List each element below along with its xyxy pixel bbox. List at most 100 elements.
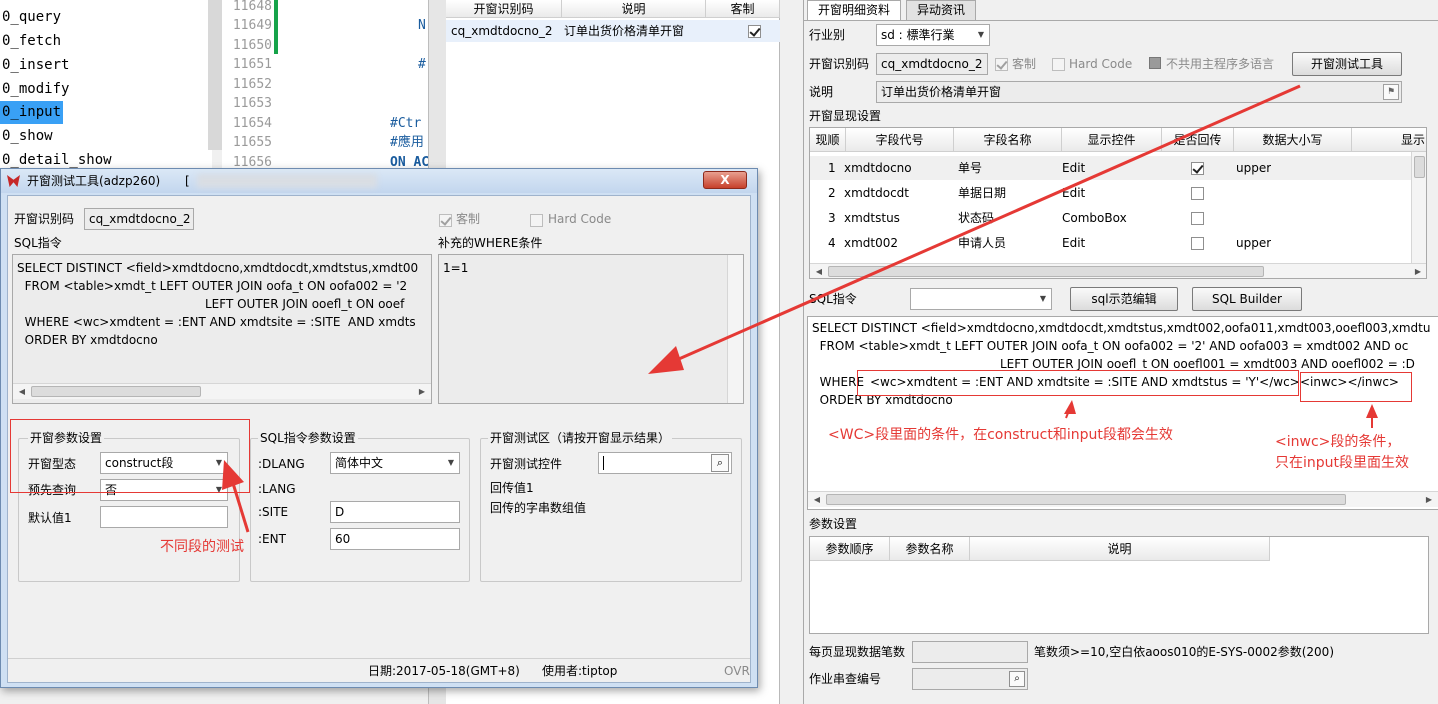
cell-seq: 3 (828, 211, 836, 225)
where-textarea[interactable]: 1=1 (438, 254, 744, 404)
custom-label: 客制 (1012, 57, 1037, 71)
table-row[interactable]: cq_xmdtdocno_2 订单出货价格清单开窗 (446, 20, 780, 42)
column-header[interactable]: 客制 (706, 0, 780, 18)
column-header[interactable]: 参数名称 (890, 537, 970, 561)
window-id-field[interactable]: cq_xmdtdocno_2 (84, 208, 194, 230)
where-vertical-scrollbar[interactable] (727, 255, 743, 403)
table-row[interactable]: 3 xmdtstus 状态码 ComboBox (810, 206, 1412, 230)
outline-item-selected[interactable]: 0_input (0, 101, 64, 124)
site-label: :SITE (258, 505, 289, 519)
column-header[interactable]: 说明 (562, 0, 706, 18)
outline-item[interactable]: 0_show (0, 125, 55, 148)
row-code: cq_xmdtdocno_2 (451, 24, 553, 38)
sql-combo[interactable]: ▼ (910, 288, 1052, 310)
param-grid: 参数顺序 参数名称 说明 (809, 536, 1429, 634)
mode-highlight-box (10, 419, 250, 493)
column-header[interactable]: 字段名称 (954, 128, 1062, 152)
outline-item[interactable]: 0_insert (0, 54, 71, 77)
dialog-sql-textarea[interactable]: SELECT DISTINCT <field>xmdtdocno,xmdtdoc… (12, 254, 432, 404)
table-row[interactable]: 2 xmdtdocdt 单据日期 Edit (810, 181, 1412, 205)
dlang-value: 简体中文 (335, 456, 384, 470)
chevron-down-icon: ▼ (1039, 294, 1047, 303)
dialog-title: 开窗测试工具(adzp260) (27, 174, 161, 188)
sql-horizontal-scrollbar[interactable]: ◀ ▶ (13, 383, 431, 399)
desc-field[interactable]: 订单出货价格清单开窗 ⚑ (876, 81, 1402, 103)
cell-name: 申请人员 (958, 236, 1007, 250)
sql-builder-button[interactable]: SQL Builder (1192, 287, 1302, 311)
outline-item[interactable]: 0_fetch (0, 30, 63, 53)
default-input[interactable] (100, 506, 228, 528)
sql-sample-button[interactable]: sql示范编辑 (1070, 287, 1178, 311)
industry-value: sd : 標準行業 (881, 28, 955, 42)
cell-name: 状态码 (958, 211, 995, 225)
dlang-label: :DLANG (258, 457, 305, 471)
search-icon[interactable]: ⌕ (1009, 671, 1025, 687)
line-number: 11655 (232, 135, 272, 150)
grid-vertical-scrollbar[interactable] (1411, 152, 1426, 264)
table-row[interactable]: 4 xmdt002 申请人员 Edit upper (810, 231, 1412, 255)
segment-annotation: 不同段的测试 (160, 539, 244, 555)
dlang-combo[interactable]: 简体中文 ▼ (330, 452, 460, 474)
cell-case: upper (1236, 161, 1272, 175)
sql-line: ORDER BY xmdtdocno (17, 333, 158, 347)
per-page-field[interactable] (912, 641, 1028, 663)
sql-textarea[interactable]: SELECT DISTINCT <field>xmdtdocno,xmdtdoc… (807, 316, 1438, 510)
job-query-field[interactable]: ⌕ (912, 668, 1028, 690)
row-custom-checkbox[interactable] (748, 24, 761, 38)
cell-case: upper (1236, 236, 1272, 250)
sql-label: SQL指令 (14, 236, 62, 250)
column-header[interactable]: 参数顺序 (810, 537, 890, 561)
column-header[interactable]: 说明 (970, 537, 1270, 561)
custom-checkbox[interactable] (995, 57, 1008, 71)
flag-icon[interactable]: ⚑ (1383, 84, 1399, 100)
window-id-field[interactable]: cq_xmdtdocno_2 (876, 53, 988, 75)
tab-window-details[interactable]: 开窗明细资料 (807, 0, 902, 21)
outline-item[interactable]: 0_query (0, 6, 63, 29)
cell-return-checkbox[interactable] (1191, 236, 1204, 250)
desc-label: 说明 (809, 85, 834, 99)
column-header[interactable]: 显示 (1352, 128, 1426, 152)
sql-label: SQL指令 (809, 292, 857, 306)
inwc-annotation-2: 只在input段里面生效 (1275, 455, 1410, 471)
test-tool-dialog: 开窗测试工具(adzp260) [ X 开窗识别码 cq_xmdtdocno_2… (0, 168, 758, 688)
no-share-checkbox[interactable] (1149, 57, 1161, 69)
test-tool-button[interactable]: 开窗测试工具 (1292, 52, 1402, 76)
cell-return-checkbox[interactable] (1191, 161, 1204, 175)
table-row[interactable]: 1 xmdtdocno 单号 Edit upper (810, 156, 1412, 180)
column-header[interactable]: 显示控件 (1062, 128, 1162, 152)
column-header[interactable]: 是否回传 (1162, 128, 1234, 152)
search-icon[interactable]: ⌕ (711, 454, 729, 472)
outline-scrollbar[interactable] (208, 0, 222, 150)
desc-value: 订单出货价格清单开窗 (881, 85, 1002, 99)
code-text: N (418, 18, 426, 33)
site-input[interactable]: D (330, 501, 460, 523)
close-button[interactable]: X (703, 171, 747, 189)
custom-checkbox[interactable] (439, 213, 452, 227)
hardcode-checkbox[interactable] (530, 213, 543, 227)
column-header[interactable]: 现顺 (810, 128, 846, 152)
hardcode-checkbox[interactable] (1052, 57, 1065, 71)
ent-label: :ENT (258, 532, 286, 546)
cell-return-checkbox[interactable] (1191, 186, 1204, 200)
grid-horizontal-scrollbar[interactable]: ◀ ▶ (810, 263, 1426, 278)
line-number: 11651 (232, 57, 272, 72)
cell-return-checkbox[interactable] (1191, 211, 1204, 225)
sql-horizontal-scrollbar[interactable]: ◀ ▶ (808, 491, 1438, 507)
code-editor[interactable]: N # #Ctr #應用 ON AC (278, 0, 429, 170)
wc-highlight-box (857, 370, 1299, 396)
test-ctrl-label: 开窗测试控件 (490, 457, 563, 471)
dialog-title-extra: [ (185, 174, 190, 188)
test-ctrl-input[interactable]: ⌕ (598, 452, 732, 474)
cell-code: xmdt002 (844, 236, 899, 250)
chevron-down-icon: ▼ (447, 458, 455, 467)
column-header[interactable]: 字段代号 (846, 128, 954, 152)
outline-item[interactable]: 0_modify (0, 78, 71, 101)
tab-change-info[interactable]: 异动资讯 (906, 0, 977, 20)
industry-combo[interactable]: sd : 標準行業 ▼ (876, 24, 990, 46)
column-header[interactable]: 开窗识别码 (446, 0, 562, 18)
app-logo-icon (7, 175, 20, 187)
cell-name: 单号 (958, 161, 983, 175)
dialog-title-bar[interactable]: 开窗测试工具(adzp260) [ X (1, 169, 757, 193)
column-header[interactable]: 数据大小写 (1234, 128, 1352, 152)
ent-input[interactable]: 60 (330, 528, 460, 550)
